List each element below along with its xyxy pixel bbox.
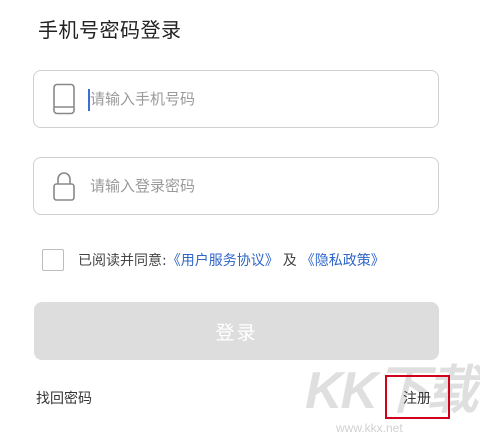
password-input[interactable] [90,158,420,213]
login-button[interactable]: 登录 [34,302,439,360]
register-link[interactable]: 注册 [403,388,431,408]
agreement-and-text: 及 [282,253,297,269]
user-agreement-link[interactable]: 《用户服务协议》 [167,250,279,270]
agreement-row: 已阅读并同意: 《用户服务协议》 及 《隐私政策》 [42,247,385,273]
phone-icon [52,83,76,115]
agreement-prefix: 已阅读并同意: [78,253,167,269]
watermark-url: www.kkx.net [336,421,403,435]
password-input-container[interactable] [33,157,439,215]
lock-icon [52,170,76,202]
privacy-policy-link[interactable]: 《隐私政策》 [301,250,385,270]
agreement-checkbox[interactable] [42,249,64,271]
phone-input-container[interactable] [33,70,439,128]
phone-input[interactable] [90,71,420,126]
forgot-password-link[interactable]: 找回密码 [36,388,92,408]
page-title: 手机号密码登录 [38,18,182,42]
